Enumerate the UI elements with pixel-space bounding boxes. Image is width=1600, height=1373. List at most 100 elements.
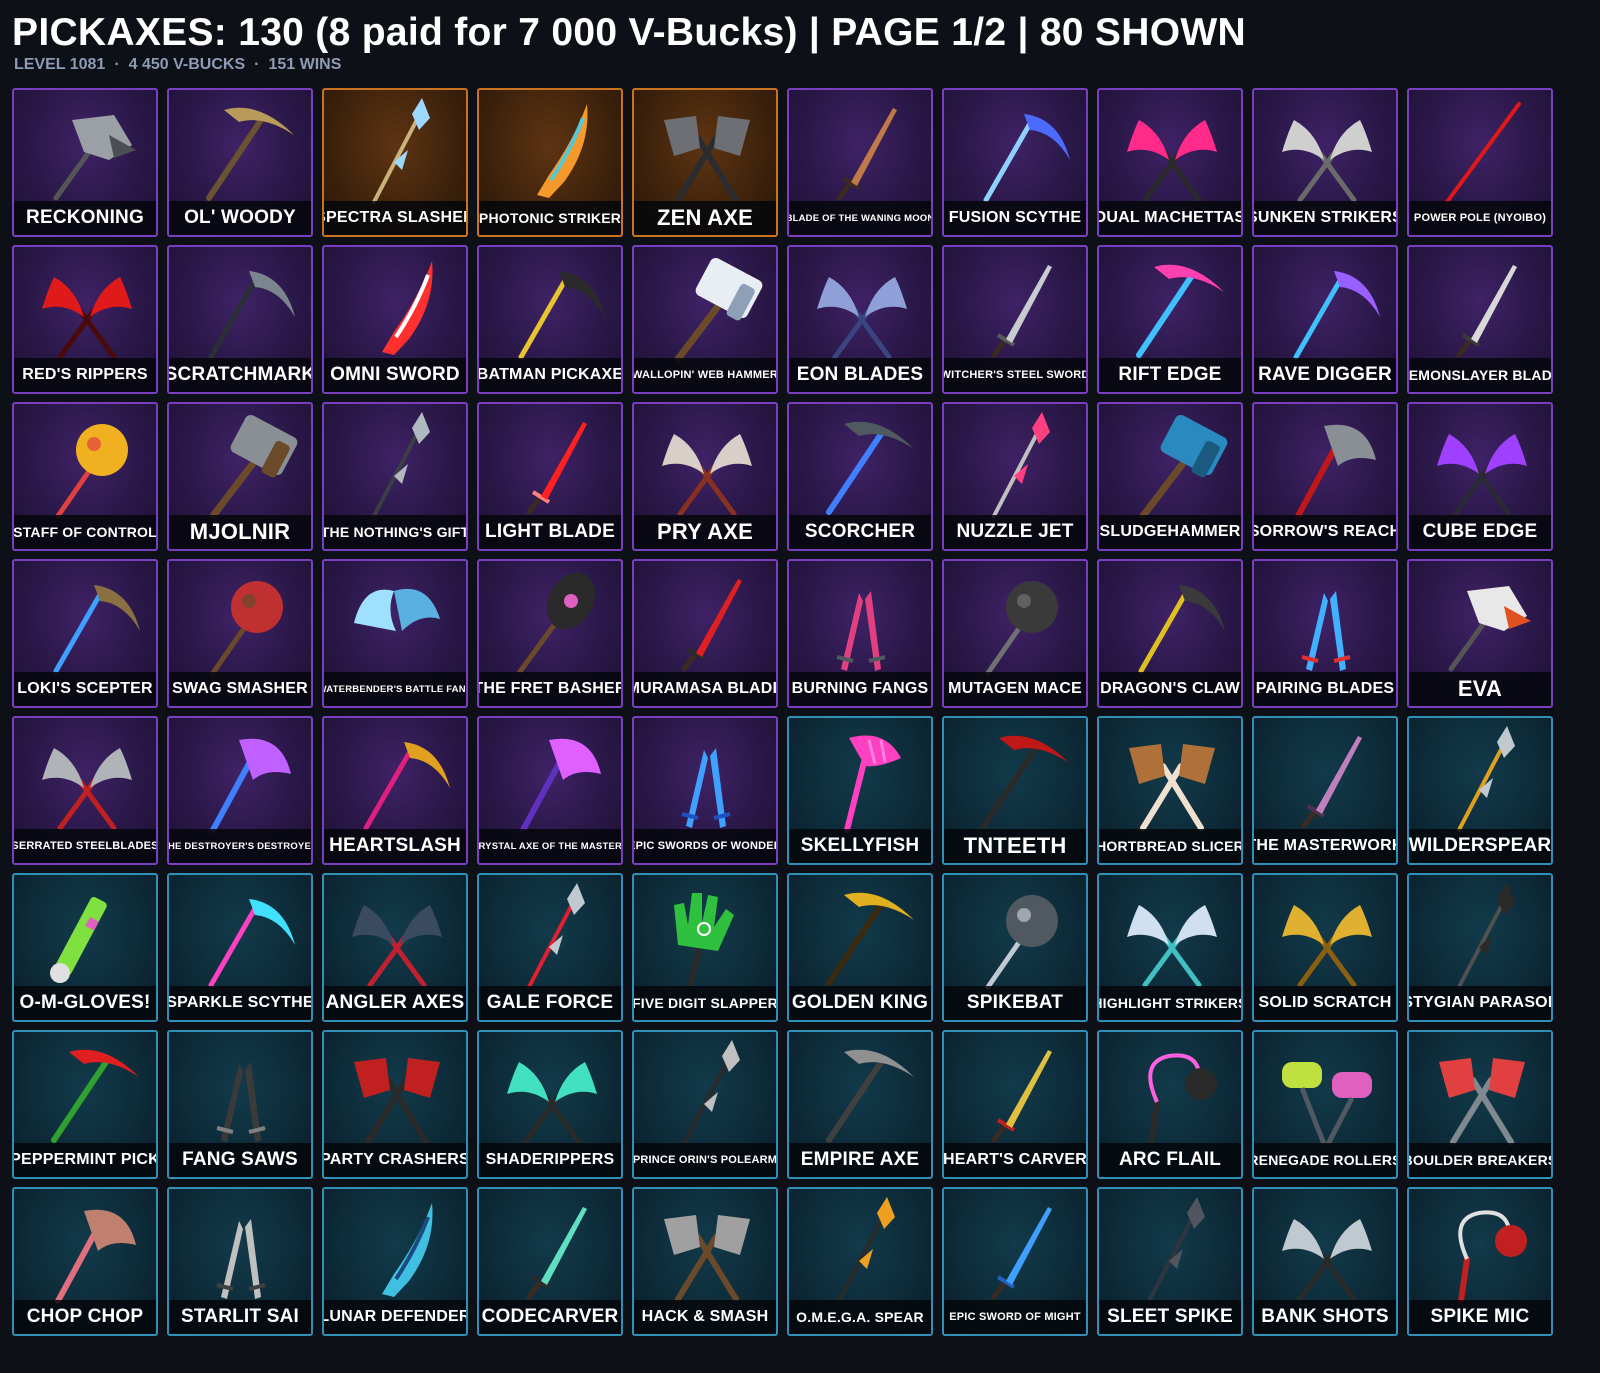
- pickaxe-tile[interactable]: DEMONSLAYER BLADE: [1407, 245, 1553, 394]
- pickaxe-tile[interactable]: RIFT EDGE: [1097, 245, 1243, 394]
- pickaxe-tile[interactable]: ARC FLAIL: [1097, 1030, 1243, 1179]
- pickaxe-tile[interactable]: PRINCE ORIN'S POLEARM: [632, 1030, 778, 1179]
- pickaxe-tile[interactable]: HIGHLIGHT STRIKERS: [1097, 873, 1243, 1022]
- pickaxe-tile[interactable]: O.M.E.G.A. SPEAR: [787, 1187, 933, 1336]
- pickaxe-tile[interactable]: THE MASTERWORK: [1252, 716, 1398, 865]
- pickaxe-tile[interactable]: POWER POLE (NYOIBO): [1407, 88, 1553, 237]
- pickaxe-tile[interactable]: BURNING FANGS: [787, 559, 933, 708]
- pickaxe-tile[interactable]: MURAMASA BLADE: [632, 559, 778, 708]
- pickaxe-tile[interactable]: PAIRING BLADES: [1252, 559, 1398, 708]
- pickaxe-tile[interactable]: SHADERIPPERS: [477, 1030, 623, 1179]
- pickaxe-tile[interactable]: THE NOTHING'S GIFT: [322, 402, 468, 551]
- pickaxe-tile[interactable]: BOULDER BREAKERS: [1407, 1030, 1553, 1179]
- pickaxe-dual-claw-icon: [1127, 120, 1217, 203]
- pickaxe-dual-sword-icon: [681, 748, 731, 828]
- pickaxe-tile[interactable]: BLADE OF THE WANING MOON: [787, 88, 933, 237]
- pickaxe-tile[interactable]: WITCHER'S STEEL SWORD: [942, 245, 1088, 394]
- pickaxe-tile[interactable]: SUNKEN STRIKERS: [1252, 88, 1398, 237]
- pickaxe-tile[interactable]: STARLIT SAI: [167, 1187, 313, 1336]
- pickaxe-tile[interactable]: EPIC SWORD OF MIGHT: [942, 1187, 1088, 1336]
- pickaxe-tile[interactable]: CUBE EDGE: [1407, 402, 1553, 551]
- pickaxe-tile[interactable]: EMPIRE AXE: [787, 1030, 933, 1179]
- pickaxe-tile[interactable]: WILDERSPEAR: [1407, 716, 1553, 865]
- pickaxe-tile[interactable]: LIGHT BLADE: [477, 402, 623, 551]
- pickaxe-mace-icon: [210, 581, 283, 676]
- pickaxe-tile[interactable]: RECKONING: [12, 88, 158, 237]
- pickaxe-tile[interactable]: EON BLADES: [787, 245, 933, 394]
- pickaxe-sword-icon: [526, 1207, 587, 1300]
- pickaxe-name: WITCHER'S STEEL SWORD: [944, 358, 1086, 392]
- pickaxe-tile[interactable]: DRAGON'S CLAW: [1097, 559, 1243, 708]
- pickaxe-spear-icon: [837, 1197, 895, 1303]
- pickaxe-tile[interactable]: DUAL MACHETTAS: [1097, 88, 1243, 237]
- pickaxe-tile[interactable]: WALLOPIN' WEB HAMMER: [632, 245, 778, 394]
- pickaxe-tile[interactable]: THE DESTROYER'S DESTROYER: [167, 716, 313, 865]
- pickaxe-tile[interactable]: SPIKE MIC: [1407, 1187, 1553, 1336]
- pickaxe-tile[interactable]: GALE FORCE: [477, 873, 623, 1022]
- pickaxe-tile[interactable]: MJOLNIR: [167, 402, 313, 551]
- pickaxe-tile[interactable]: GOLDEN KING: [787, 873, 933, 1022]
- pickaxe-tile[interactable]: CHOP CHOP: [12, 1187, 158, 1336]
- pickaxe-tile[interactable]: FANG SAWS: [167, 1030, 313, 1179]
- pickaxe-tile[interactable]: RENEGADE ROLLERS: [1252, 1030, 1398, 1179]
- pickaxe-tile[interactable]: SORROW'S REACH: [1252, 402, 1398, 551]
- pickaxe-tile[interactable]: OL' WOODY: [167, 88, 313, 237]
- pickaxe-tile[interactable]: CRYSTAL AXE OF THE MASTERS: [477, 716, 623, 865]
- pickaxe-tile[interactable]: O-M-GLOVES!: [12, 873, 158, 1022]
- pickaxe-tile[interactable]: NUZZLE JET: [942, 402, 1088, 551]
- pickaxe-name: RECKONING: [14, 201, 156, 235]
- pickaxe-tile[interactable]: PHOTONIC STRIKER: [477, 88, 623, 237]
- pickaxe-tile[interactable]: BANK SHOTS: [1252, 1187, 1398, 1336]
- pickaxe-name: SPIKE MIC: [1409, 1300, 1551, 1334]
- pickaxe-tile[interactable]: PEPPERMINT PICK: [12, 1030, 158, 1179]
- pickaxe-tile[interactable]: WATERBENDER'S BATTLE FANS: [322, 559, 468, 708]
- pickaxe-tile[interactable]: EVA: [1407, 559, 1553, 708]
- pickaxe-tile[interactable]: FIVE DIGIT SLAPPER: [632, 873, 778, 1022]
- pickaxe-axe-icon: [520, 738, 601, 833]
- pickaxe-tile[interactable]: SPECTRA SLASHER: [322, 88, 468, 237]
- pickaxe-tile[interactable]: RED'S RIPPERS: [12, 245, 158, 394]
- pickaxe-tile[interactable]: RAVE DIGGER: [1252, 245, 1398, 394]
- pickaxe-tile[interactable]: HEART'S CARVER: [942, 1030, 1088, 1179]
- pickaxe-tile[interactable]: LUNAR DEFENDER: [322, 1187, 468, 1336]
- pickaxe-tile[interactable]: HEARTSLASH: [322, 716, 468, 865]
- pickaxe-tile[interactable]: MUTAGEN MACE: [942, 559, 1088, 708]
- pickaxe-dual-axe-icon: [1439, 1058, 1525, 1145]
- pickaxe-tile[interactable]: PRY AXE: [632, 402, 778, 551]
- pickaxe-name: STYGIAN PARASOL: [1409, 986, 1551, 1020]
- pickaxe-name: BURNING FANGS: [789, 672, 931, 706]
- pickaxe-tile[interactable]: SCORCHER: [787, 402, 933, 551]
- pickaxe-scythe-icon: [208, 271, 295, 360]
- pickaxe-tile[interactable]: CODECARVER: [477, 1187, 623, 1336]
- pickaxe-tile[interactable]: SLUDGEHAMMER: [1097, 402, 1243, 551]
- pickaxe-tile[interactable]: HACK & SMASH: [632, 1187, 778, 1336]
- pickaxe-dual-claw-icon: [352, 905, 442, 988]
- pickaxe-tile[interactable]: SOLID SCRATCH: [1252, 873, 1398, 1022]
- pickaxe-name: SORROW'S REACH: [1254, 515, 1396, 549]
- pickaxe-sword-icon: [681, 579, 742, 672]
- pickaxe-tile[interactable]: THE FRET BASHER: [477, 559, 623, 708]
- pickaxe-tile[interactable]: SPIKEBAT: [942, 873, 1088, 1022]
- pickaxe-tile[interactable]: ANGLER AXES: [322, 873, 468, 1022]
- pickaxe-tile[interactable]: EPIC SWORDS OF WONDER: [632, 716, 778, 865]
- pickaxe-tile[interactable]: ZEN AXE: [632, 88, 778, 237]
- pickaxe-tile[interactable]: SKELLYFISH: [787, 716, 933, 865]
- pickaxe-staff-icon: [1445, 102, 1521, 204]
- pickaxe-blade-icon: [537, 104, 588, 198]
- pickaxe-name: OMNI SWORD: [324, 358, 466, 392]
- pickaxe-tile[interactable]: PARTY CRASHERS: [322, 1030, 468, 1179]
- pickaxe-tile[interactable]: OMNI SWORD: [322, 245, 468, 394]
- pickaxe-tile[interactable]: SWAG SMASHER: [167, 559, 313, 708]
- pickaxe-tile[interactable]: STAFF OF CONTROL: [12, 402, 158, 551]
- pickaxe-tile[interactable]: SCRATCHMARK: [167, 245, 313, 394]
- pickaxe-tile[interactable]: SHORTBREAD SLICERS: [1097, 716, 1243, 865]
- pickaxe-tile[interactable]: SPARKLE SCYTHE: [167, 873, 313, 1022]
- pickaxe-tile[interactable]: BATMAN PICKAXE: [477, 245, 623, 394]
- pickaxe-tile[interactable]: SERRATED STEELBLADES: [12, 716, 158, 865]
- pickaxe-tile[interactable]: TNTEETH: [942, 716, 1088, 865]
- pickaxe-name: BATMAN PICKAXE: [479, 358, 621, 392]
- pickaxe-tile[interactable]: SLEET SPIKE: [1097, 1187, 1243, 1336]
- pickaxe-tile[interactable]: FUSION SCYTHE: [942, 88, 1088, 237]
- pickaxe-tile[interactable]: LOKI'S SCEPTER: [12, 559, 158, 708]
- pickaxe-tile[interactable]: STYGIAN PARASOL: [1407, 873, 1553, 1022]
